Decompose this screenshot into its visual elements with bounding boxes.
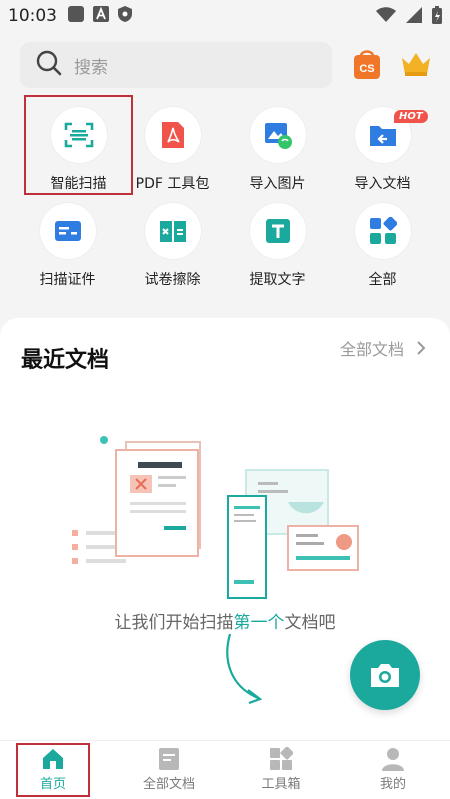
empty-message-prefix: 让我们开始扫描 (114, 613, 234, 633)
cs-store-button[interactable]: CS (352, 48, 382, 80)
nav-profile[interactable]: 我的 (358, 745, 428, 792)
import-image-icon (249, 107, 306, 163)
nav-toolbox[interactable]: 工具箱 (246, 745, 316, 792)
extract-text-icon (249, 203, 306, 259)
hot-badge: HOT (394, 110, 428, 123)
nav-label: 全部文档 (142, 777, 195, 792)
nav-label: 我的 (379, 777, 406, 792)
pdf-icon (144, 107, 201, 163)
all-documents-link[interactable]: 全部文档 (340, 336, 426, 360)
tool-label: 提取文字 (249, 272, 306, 288)
bottom-navigation: 首页 全部文档 工具箱 我的 (0, 740, 450, 799)
svg-text:CS: CS (359, 63, 374, 75)
empty-message-suffix: 文档吧 (284, 613, 336, 633)
app-a-icon (93, 6, 109, 26)
tool-erase-paper[interactable]: 试卷擦除 (120, 203, 225, 289)
tool-label: 导入文档 (354, 176, 411, 192)
erase-paper-icon (144, 203, 201, 259)
status-time: 10:03 (8, 6, 57, 26)
tool-label: 全部 (368, 272, 397, 288)
tool-pdf-kit[interactable]: PDF 工具包 (120, 107, 225, 193)
tool-label: 导入图片 (249, 176, 306, 192)
home-icon (18, 745, 88, 773)
all-documents-label: 全部文档 (339, 340, 404, 359)
status-bar: 10:03 (0, 0, 450, 32)
document-icon (134, 745, 204, 773)
tool-scan-id[interactable]: 扫描证件 (15, 203, 120, 289)
chevron-right-icon (417, 341, 426, 355)
camera-icon (371, 664, 399, 687)
crown-icon (402, 53, 430, 76)
tool-label: 扫描证件 (39, 272, 96, 288)
cs-bag-icon: CS (354, 50, 380, 79)
tool-import-image[interactable]: 导入图片 (225, 107, 330, 193)
search-bar[interactable]: 搜索 (20, 42, 332, 88)
search-placeholder: 搜索 (74, 57, 108, 78)
empty-documents-illustration (72, 436, 359, 599)
search-icon (36, 50, 62, 80)
nav-home[interactable]: 首页 (16, 743, 90, 797)
wifi-icon (376, 7, 396, 27)
nav-label: 工具箱 (261, 777, 301, 792)
toolbox-icon (246, 745, 316, 773)
camera-scan-button[interactable] (350, 640, 420, 710)
vip-crown-button[interactable] (400, 50, 432, 78)
tool-label: PDF 工具包 (135, 176, 210, 192)
recent-title: 最近文档 (21, 348, 110, 373)
arrow-decoration (226, 633, 263, 704)
tool-label: 智能扫描 (50, 176, 107, 192)
scan-icon (50, 107, 107, 163)
signal-icon (406, 7, 422, 27)
tool-smart-scan[interactable]: 智能扫描 (24, 95, 133, 195)
nav-all-documents[interactable]: 全部文档 (134, 745, 204, 792)
all-apps-icon (354, 203, 411, 259)
tool-all[interactable]: 全部 (330, 203, 435, 289)
profile-icon (358, 745, 428, 773)
empty-state-message: 让我们开始扫描第一个文档吧 (0, 608, 450, 633)
recent-documents-card: 最近文档 全部文档 让我们开始扫描第一个文档吧 (0, 318, 450, 740)
id-card-icon (39, 203, 96, 259)
nav-label: 首页 (39, 777, 66, 792)
battery-icon (432, 6, 442, 28)
notification-square-icon (67, 5, 85, 27)
tool-label: 试卷擦除 (144, 272, 201, 288)
tool-extract-text[interactable]: 提取文字 (225, 203, 330, 289)
shield-icon (117, 5, 133, 27)
empty-message-highlight: 第一个 (233, 613, 285, 633)
